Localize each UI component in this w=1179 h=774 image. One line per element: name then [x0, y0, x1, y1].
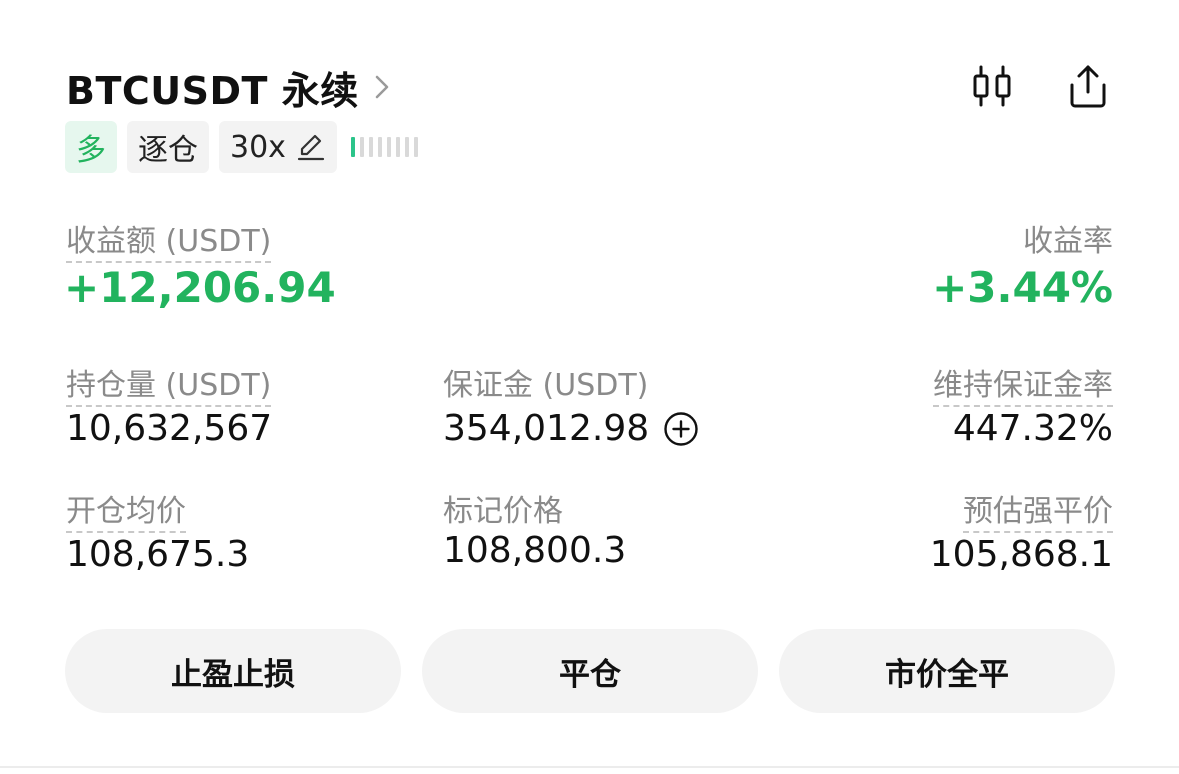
close-position-button[interactable]: 平仓	[422, 629, 758, 713]
position-size-label[interactable]: 持仓量 (USDT)	[66, 368, 272, 407]
entry-price-label[interactable]: 开仓均价	[66, 494, 186, 533]
mark-price-value: 108,800.3	[443, 530, 627, 571]
pnl-label[interactable]: 收益额 (USDT)	[66, 224, 272, 263]
add-margin-icon[interactable]	[663, 411, 699, 447]
candlestick-chart-icon[interactable]	[967, 61, 1017, 111]
leverage-tag[interactable]: 30x	[219, 121, 337, 173]
leverage-value: 30x	[230, 129, 286, 165]
margin-label: 保证金 (USDT)	[443, 368, 649, 403]
mark-price-label: 标记价格	[443, 494, 563, 529]
margin-row: 354,012.98	[443, 408, 699, 449]
symbol-header[interactable]: BTCUSDT 永续	[66, 60, 389, 115]
market-close-all-button[interactable]: 市价全平	[779, 629, 1115, 713]
liq-price-value: 105,868.1	[929, 534, 1113, 575]
maintenance-ratio-label[interactable]: 维持保证金率	[933, 368, 1113, 407]
tp-sl-button[interactable]: 止盈止损	[65, 629, 401, 713]
risk-level-bar	[350, 137, 418, 157]
maintenance-ratio-value: 447.32%	[952, 408, 1113, 449]
chevron-right-icon[interactable]	[375, 75, 389, 99]
pnl-rate-label: 收益率	[1023, 224, 1113, 259]
margin-mode-tag: 逐仓	[127, 121, 209, 173]
divider	[0, 766, 1179, 768]
entry-price-value: 108,675.3	[66, 534, 250, 575]
edit-icon[interactable]	[296, 132, 326, 162]
side-tag: 多	[65, 121, 117, 173]
margin-value: 354,012.98	[443, 408, 650, 449]
share-icon[interactable]	[1063, 61, 1113, 111]
pnl-rate-value: +3.44%	[932, 263, 1113, 312]
liq-price-label[interactable]: 预估强平价	[963, 494, 1113, 533]
position-tags: 多 逐仓 30x	[65, 121, 418, 173]
position-size-value: 10,632,567	[66, 408, 273, 449]
pnl-value: +12,206.94	[64, 263, 336, 312]
symbol-title[interactable]: BTCUSDT 永续	[66, 60, 359, 115]
